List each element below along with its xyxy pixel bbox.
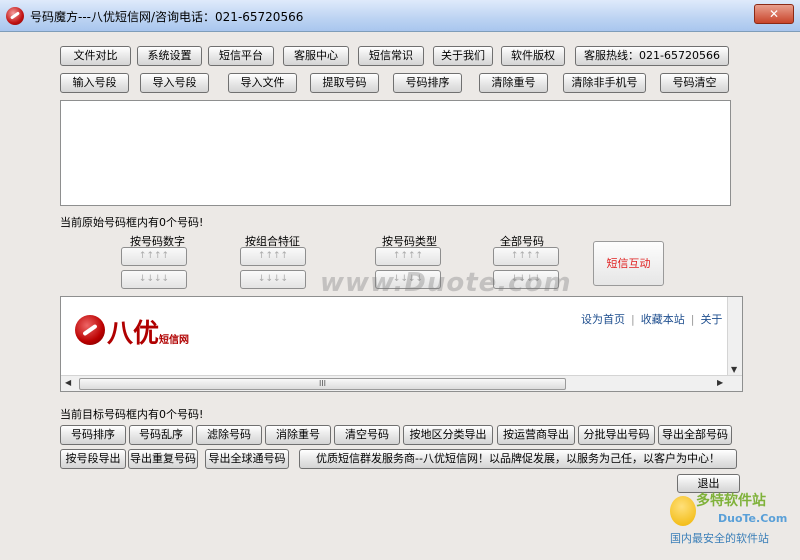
export-by-segment-button[interactable]: 按号段导出 [60,449,126,469]
clear-numbers-button[interactable]: 号码清空 [660,73,729,93]
customer-center-button[interactable]: 客服中心 [283,46,349,66]
file-compare-button[interactable]: 文件对比 [60,46,131,66]
target-count-label: 当前目标号码框内有0个号码! [60,408,204,421]
brand-logo-icon [75,315,105,345]
corner-watermark: 多特软件站 DuoTe.Com 国内最安全的软件站 [668,490,796,556]
scroll-left-icon[interactable]: ◀ [65,378,71,387]
export-by-region-button[interactable]: 按地区分类导出 [403,425,493,445]
vertical-scrollbar[interactable]: ▼ [727,297,742,377]
about-us-button[interactable]: 关于我们 [433,46,493,66]
watermark-slogan: 国内最安全的软件站 [670,532,769,545]
close-button[interactable]: ✕ [754,4,794,24]
embedded-web-banner[interactable]: 八优 短信网 设为首页 | 收藏本站 | 关于 ▼ ◀ III ▶ [60,296,743,392]
app-icon [6,7,24,25]
top-links: 设为首页 | 收藏本站 | 关于 [581,311,742,333]
type-filter-source-button[interactable]: ↑↑↑↑ [375,247,441,266]
brand-subtitle: 短信网 [159,335,189,346]
scroll-right-icon[interactable]: ▶ [717,378,723,387]
sort-target-button[interactable]: 号码排序 [60,425,126,445]
clear-target-button[interactable]: 清空号码 [334,425,400,445]
sort-numbers-button[interactable]: 号码排序 [393,73,462,93]
mascot-icon [670,496,696,526]
remove-non-mobile-button[interactable]: 清除非手机号 [563,73,646,93]
source-count-label: 当前原始号码框内有0个号码! [60,216,204,229]
center-watermark: www.Duote.com [320,268,572,298]
batch-export-button[interactable]: 分批导出号码 [578,425,655,445]
digits-filter-target-button[interactable]: ↓↓↓↓ [121,270,187,289]
export-all-button[interactable]: 导出全部号码 [658,425,732,445]
remove-duplicates-button[interactable]: 清除重号 [479,73,548,93]
copyright-button[interactable]: 软件版权 [501,46,565,66]
title-bar: 号码魔方---八优短信网/咨询电话：021-65720566 ✕ [0,0,800,32]
shuffle-target-button[interactable]: 号码乱序 [129,425,193,445]
slogan-banner-button[interactable]: 优质短信群发服务商--八优短信网！以品牌促发展，以服务为己任，以客户为中心！ [299,449,737,469]
watermark-logo: 多特软件站 [696,493,766,509]
brand-name: 八优 [107,319,160,349]
scroll-thumb[interactable]: III [79,378,566,390]
sms-interact-button[interactable]: 短信互动 [593,241,664,286]
dedupe-target-button[interactable]: 消除重号 [265,425,331,445]
system-settings-button[interactable]: 系统设置 [137,46,202,66]
filter-out-button[interactable]: 滤除号码 [196,425,262,445]
import-segment-button[interactable]: 导入号段 [140,73,209,93]
window-title: 号码魔方---八优短信网/咨询电话：021-65720566 [30,10,304,24]
add-favorite-link[interactable]: 收藏本站 [641,313,685,326]
sms-knowledge-button[interactable]: 短信常识 [358,46,424,66]
all-filter-source-button[interactable]: ↑↑↑↑ [493,247,559,266]
input-segment-button[interactable]: 输入号段 [60,73,129,93]
export-gotone-button[interactable]: 导出全球通号码 [205,449,289,469]
scroll-down-icon[interactable]: ▼ [731,365,737,374]
watermark-site: DuoTe.Com [718,512,788,525]
extract-numbers-button[interactable]: 提取号码 [310,73,379,93]
link-separator: | [631,313,635,326]
import-file-button[interactable]: 导入文件 [228,73,297,93]
export-duplicates-button[interactable]: 导出重复号码 [128,449,198,469]
combo-filter-source-button[interactable]: ↑↑↑↑ [240,247,306,266]
export-by-carrier-button[interactable]: 按运营商导出 [497,425,575,445]
set-home-link[interactable]: 设为首页 [581,313,625,326]
horizontal-scrollbar[interactable]: ◀ III ▶ [61,375,742,391]
source-numbers-textarea[interactable] [60,100,731,206]
sms-platform-button[interactable]: 短信平台 [208,46,274,66]
combo-filter-target-button[interactable]: ↓↓↓↓ [240,270,306,289]
hotline-button[interactable]: 客服热线：021-65720566 [575,46,729,66]
digits-filter-source-button[interactable]: ↑↑↑↑ [121,247,187,266]
about-link[interactable]: 关于 [700,313,722,326]
link-separator: | [690,313,695,326]
